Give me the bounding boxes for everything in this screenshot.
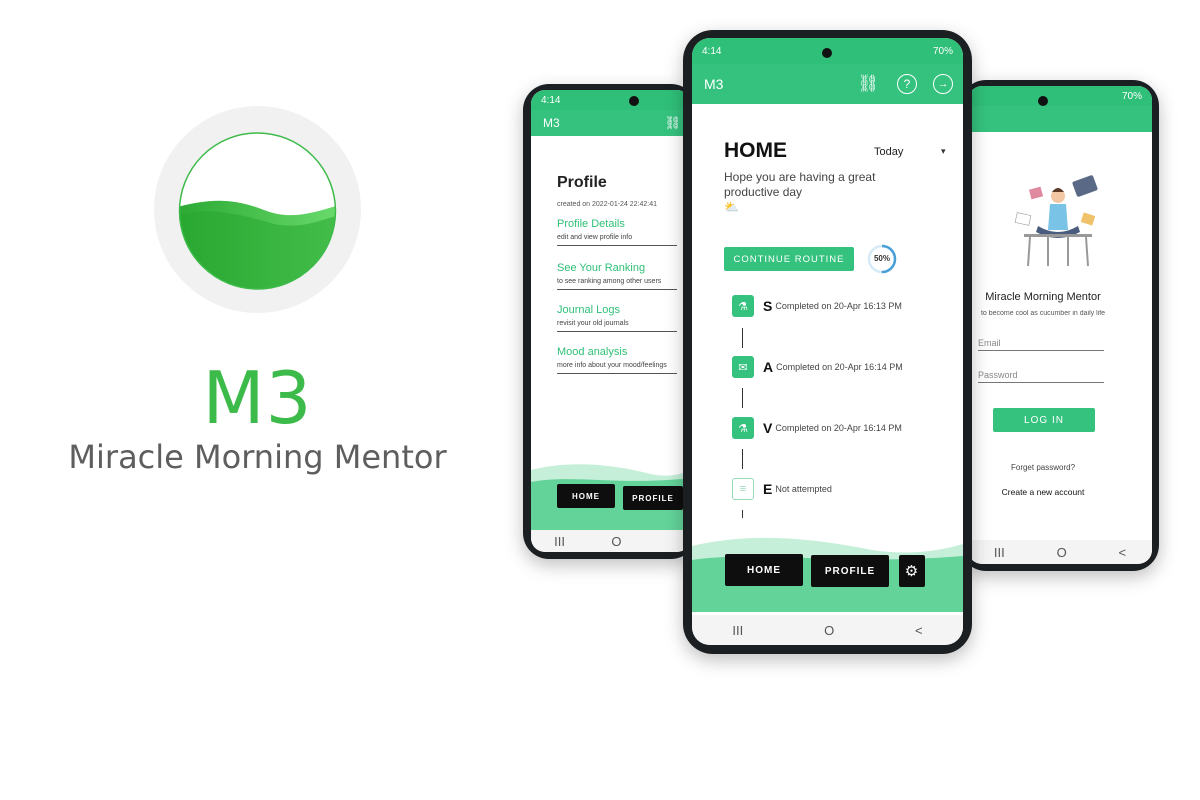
page-title: Profile (557, 174, 607, 191)
routine-letter: S (763, 298, 773, 314)
status-bar: 70% (968, 86, 1152, 106)
system-nav-bar: III O < (968, 540, 1152, 564)
camera-icon (822, 48, 832, 58)
recents-icon[interactable]: III (554, 534, 565, 549)
battery-level: 70% (932, 45, 953, 57)
app-bar: M3 ⛓ (531, 110, 691, 136)
recents-icon[interactable]: III (994, 545, 1005, 560)
timeline-row-v[interactable]: ⚗ V Completed on 20-Apr 16:14 PM (732, 417, 902, 439)
battery-level: 70% (1121, 90, 1142, 102)
app-title: M3 (543, 116, 560, 130)
document-icon: ≡ (732, 478, 754, 500)
routine-status: Completed on 20-Apr 16:14 PM (776, 362, 903, 372)
profile-nav-button[interactable]: PROFILE (811, 555, 889, 587)
greeting-text: Hope you are having a great productive d… (724, 170, 876, 199)
timeline-connector (742, 449, 743, 469)
item-title: Mood analysis (557, 346, 628, 358)
routine-letter: A (763, 359, 774, 375)
chevron-down-icon[interactable]: ▾ (941, 146, 946, 157)
profile-item-details[interactable]: Profile Details edit and view profile in… (557, 218, 677, 246)
home-nav-button[interactable]: HOME (725, 554, 803, 586)
password-field[interactable]: Password (978, 370, 1104, 383)
profile-item-ranking[interactable]: See Your Ranking to see ranking among ot… (557, 262, 677, 290)
routine-letter: E (763, 481, 773, 497)
timeline-row-a[interactable]: ✉ A Completed on 20-Apr 16:14 PM (732, 356, 903, 378)
profile-screen: 4:14 M3 ⛓ Profile created on 2022-01-24 … (531, 90, 691, 552)
camera-icon (1038, 96, 1048, 106)
timeline-connector (742, 328, 743, 348)
item-subtitle: more info about your mood/feelings (557, 362, 667, 369)
help-icon[interactable]: ? (897, 74, 917, 94)
routine-status: Completed on 20-Apr 16:14 PM (775, 423, 902, 433)
routine-status: Not attempted (775, 484, 832, 494)
sun-cloud-icon: ⛅ (724, 200, 739, 214)
system-nav-bar: III O (531, 530, 691, 552)
app-bar (968, 106, 1152, 132)
profile-nav-button[interactable]: PROFILE (623, 486, 683, 510)
beaker-icon: ⚗ (732, 417, 754, 439)
timeline-connector (742, 388, 743, 408)
status-bar: 4:14 (531, 90, 691, 110)
login-screen: 70% Miracle Morning Mentor to become coo… (968, 86, 1152, 564)
phone-login: 70% Miracle Morning Mentor to become coo… (960, 80, 1159, 571)
phone-profile: 4:14 M3 ⛓ Profile created on 2022-01-24 … (523, 84, 697, 559)
app-title: M3 (704, 76, 724, 92)
routine-letter: V (763, 420, 773, 436)
login-tagline: to become cool as cucumber in daily life (980, 310, 1106, 317)
continue-routine-button[interactable]: CONTINUE ROUTINE (724, 247, 854, 271)
page-title: HOME (724, 139, 787, 162)
home-nav-button[interactable]: HOME (557, 484, 615, 508)
logo-circle-icon (178, 132, 337, 290)
timeline-row-s[interactable]: ⚗ S Completed on 20-Apr 16:13 PM (732, 295, 902, 317)
email-field[interactable]: Email (978, 338, 1104, 351)
phone-home: 4:14 70% M3 ⛓ ? → HOME Today ▾ Hope you … (683, 30, 972, 654)
chat-icon: ✉ (732, 356, 754, 378)
timeline-row-e[interactable]: ≡ E Not attempted (732, 478, 832, 500)
login-app-title: Miracle Morning Mentor (985, 291, 1101, 303)
item-subtitle: revisit your old journals (557, 320, 629, 327)
system-nav-bar: III O < (692, 615, 963, 645)
logout-icon[interactable]: → (933, 74, 953, 94)
camera-icon (629, 96, 639, 106)
create-account-link[interactable]: Create a new account (968, 487, 1118, 497)
recents-icon[interactable]: III (732, 623, 743, 638)
home-circle-icon[interactable]: O (824, 623, 834, 638)
item-title: See Your Ranking (557, 262, 646, 274)
login-button[interactable]: LOG IN (993, 408, 1095, 432)
item-title: Profile Details (557, 218, 625, 230)
settings-gear-icon[interactable]: ⚙ (899, 555, 925, 587)
brand-subtitle: Miracle Morning Mentor (68, 438, 447, 476)
back-icon[interactable]: < (1119, 545, 1127, 560)
item-subtitle: edit and view profile info (557, 234, 633, 241)
progress-label: 50% (873, 254, 890, 263)
link-icon[interactable]: ⛓ (857, 74, 879, 94)
showcase-stage: M3 Miracle Morning Mentor 4:14 M3 ⛓ Prof… (0, 0, 1200, 800)
meditation-illustration-icon (1014, 175, 1098, 267)
home-screen: 4:14 70% M3 ⛓ ? → HOME Today ▾ Hope you … (692, 38, 963, 645)
app-bar: M3 ⛓ ? → (692, 64, 963, 104)
home-circle-icon[interactable]: O (1057, 545, 1067, 560)
routine-status: Completed on 20-Apr 16:13 PM (775, 301, 902, 311)
status-time: 4:14 (702, 45, 722, 57)
home-circle-icon[interactable]: O (611, 534, 621, 549)
back-icon[interactable]: < (915, 623, 923, 638)
forgot-password-link[interactable]: Forget password? (968, 463, 1118, 472)
timeline-connector (742, 510, 743, 518)
profile-item-journal[interactable]: Journal Logs revisit your old journals (557, 304, 677, 332)
status-time: 4:14 (541, 94, 561, 106)
profile-item-mood[interactable]: Mood analysis more info about your mood/… (557, 346, 677, 374)
flask-icon: ⚗ (732, 295, 754, 317)
created-date: created on 2022-01-24 22:42:41 (557, 201, 658, 208)
date-filter-select[interactable]: Today (874, 146, 903, 158)
brand-title: M3 (202, 356, 313, 440)
item-title: Journal Logs (557, 304, 620, 316)
item-subtitle: to see ranking among other users (557, 278, 662, 285)
link-icon[interactable]: ⛓ (664, 115, 681, 131)
app-logo (154, 106, 361, 313)
